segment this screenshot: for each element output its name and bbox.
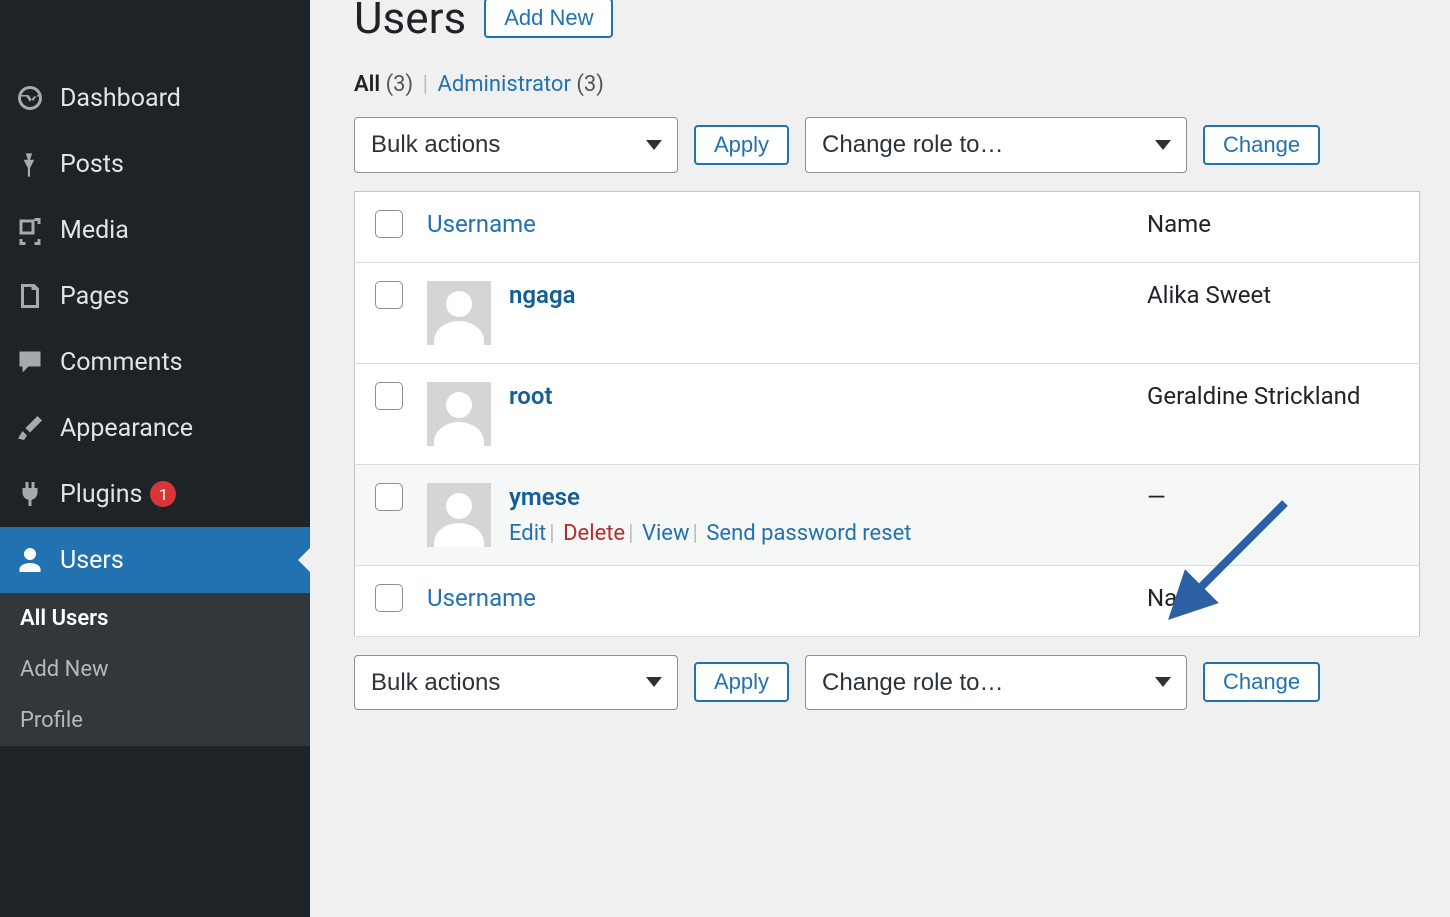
filter-all[interactable]: All (3) [354,72,413,97]
sidebar-item-pages[interactable]: Pages [0,263,310,329]
apply-bulk-button-bottom[interactable]: Apply [694,662,789,702]
filter-administrator[interactable]: Administrator (3) [437,72,603,97]
name-cell: Geraldine Strickland [1135,363,1420,464]
sidebar-item-label: Users [60,546,124,575]
view-link[interactable]: View [642,521,690,546]
sidebar-item-media[interactable]: Media [0,197,310,263]
dashboard-icon [12,80,48,116]
apply-bulk-button[interactable]: Apply [694,125,789,165]
sidebar-item-label: Plugins [60,480,142,509]
sidebar-item-dashboard[interactable]: Dashboard [0,65,310,131]
pin-icon [12,146,48,182]
sidebar-item-label: Dashboard [60,84,181,113]
column-header-username[interactable]: Username [427,210,536,238]
column-footer-username[interactable]: Username [427,584,536,612]
column-footer-name: Name [1147,584,1211,612]
table-row: ngaga Alika Sweet [355,262,1420,363]
name-cell: — [1135,464,1420,565]
delete-link[interactable]: Delete [563,521,625,546]
edit-link[interactable]: Edit [509,521,546,546]
username-link[interactable]: ymese [509,483,580,511]
page-title: Users [354,0,466,44]
select-all-checkbox-footer[interactable] [375,584,403,612]
user-icon [12,542,48,578]
name-cell: Alika Sweet [1135,262,1420,363]
bulk-actions-select[interactable]: Bulk actions [354,117,678,173]
sidebar-item-users[interactable]: Users [0,527,310,593]
media-icon [12,212,48,248]
row-actions: Edit| Delete| View| Send password reset [509,521,911,546]
brush-icon [12,410,48,446]
select-all-checkbox[interactable] [375,210,403,238]
table-row: ymese Edit| Delete| View| Send password … [355,464,1420,565]
admin-sidebar: Dashboard Posts Media Pages Comments App… [0,0,310,917]
row-checkbox[interactable] [375,382,403,410]
avatar [427,281,491,345]
change-role-select-bottom[interactable]: Change role to… [805,655,1187,711]
table-row: root Geraldine Strickland [355,363,1420,464]
change-role-select[interactable]: Change role to… [805,117,1187,173]
avatar [427,483,491,547]
plugins-badge: 1 [150,481,176,507]
change-role-button-bottom[interactable]: Change [1203,662,1320,702]
sidebar-subitem-profile[interactable]: Profile [0,695,310,746]
sidebar-item-posts[interactable]: Posts [0,131,310,197]
sidebar-item-label: Comments [60,348,183,377]
add-new-button[interactable]: Add New [484,0,613,38]
sidebar-item-appearance[interactable]: Appearance [0,395,310,461]
sidebar-item-comments[interactable]: Comments [0,329,310,395]
sidebar-item-plugins[interactable]: Plugins 1 [0,461,310,527]
username-link[interactable]: ngaga [509,281,576,309]
sidebar-item-label: Media [60,216,129,245]
filter-links: All (3) | Administrator (3) [354,72,1420,97]
sidebar-item-label: Pages [60,282,129,311]
main-content: Users Add New All (3) | Administrator (3… [310,0,1450,917]
send-password-reset-link[interactable]: Send password reset [706,521,911,546]
users-table: Username Name ngaga Alika Sweet [354,191,1420,637]
pages-icon [12,278,48,314]
sidebar-item-label: Posts [60,150,124,179]
username-link[interactable]: root [509,382,553,410]
column-header-name: Name [1147,210,1211,238]
bulk-actions-select-bottom[interactable]: Bulk actions [354,655,678,711]
sidebar-subitem-add-new[interactable]: Add New [0,644,310,695]
sidebar-subitem-all-users[interactable]: All Users [0,593,310,644]
avatar [427,382,491,446]
plug-icon [12,476,48,512]
row-checkbox[interactable] [375,281,403,309]
sidebar-item-label: Appearance [60,414,193,443]
comment-icon [12,344,48,380]
row-checkbox[interactable] [375,483,403,511]
change-role-button[interactable]: Change [1203,125,1320,165]
